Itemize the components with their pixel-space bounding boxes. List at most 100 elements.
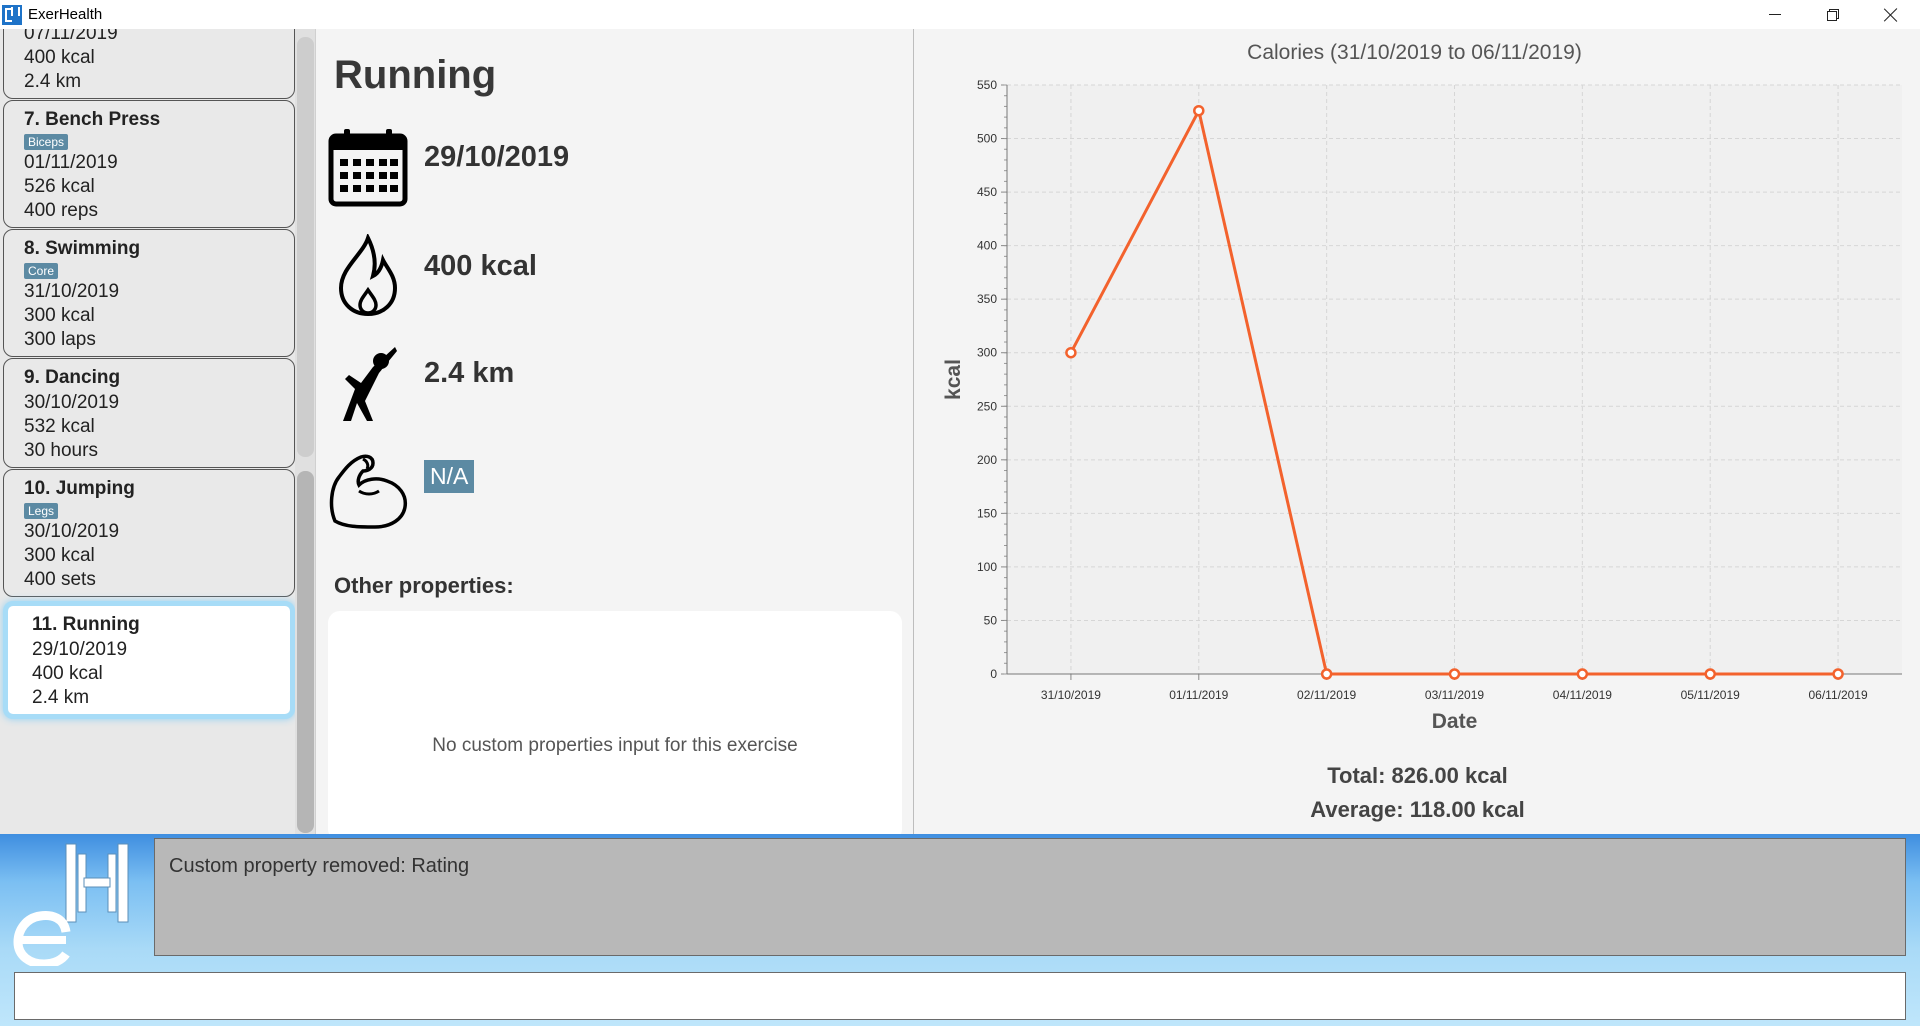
exercise-card-title: 9. Dancing [24,367,121,388]
calendar-icon [326,125,410,209]
x-tick-label: 01/11/2019 [1169,688,1228,702]
x-tick-label: 06/11/2019 [1808,688,1867,702]
exerhealth-logo [13,843,129,966]
result-message: Custom property removed: Rating [169,855,470,877]
restore-icon [1827,8,1839,21]
exercise-card[interactable]: 11. Running 29/10/2019 400 kcal 2.4 km [3,601,295,719]
total-calories: Total: 826.00 kcal [1327,763,1508,788]
close-button[interactable] [1862,0,1920,29]
muscle-row: N/A [326,447,475,531]
exercise-card[interactable]: 8. Swimming Core 31/10/2019 300 kcal 300 lap… [3,229,295,357]
title-bar: ExerHealth [0,0,1920,29]
exercise-card-title: 11. Running [32,614,140,635]
y-tick-label: 50 [984,613,998,627]
muscle-tag: Core [24,263,59,279]
x-tick-label: 31/10/2019 [1041,688,1101,702]
exercise-card-field: 2.4 km [24,71,82,92]
exercise-card-field: 400 sets [24,569,96,590]
y-tick-label: 100 [977,560,997,574]
minimize-icon [1769,14,1781,15]
average-calories: Average: 118.00 kcal [1310,797,1525,822]
y-axis-label: kcal [942,359,965,400]
restore-button[interactable] [1804,0,1862,29]
list-scrollbar[interactable] [295,29,315,834]
exercise-card-field: 300 laps [24,329,96,350]
data-point [1832,668,1844,680]
exercise-list-panel: 07/11/2019 400 kcal 2.4 km 7. Bench Press Bi… [0,29,316,834]
x-axis-label: Date [1432,710,1478,733]
exercise-card-field: 526 kcal [24,176,95,197]
custom-properties-box: No custom properties input for this exer… [328,611,902,841]
exercise-card-field: 30/10/2019 [24,392,120,413]
y-tick-label: 250 [977,399,997,413]
x-tick-label: 02/11/2019 [1297,688,1356,702]
data-point [1576,668,1589,680]
other-properties-label: Other properties: [334,573,514,598]
calories-row: 400 kcal [326,234,537,318]
app-icon [2,4,22,25]
command-area: Custom property removed: Rating [0,834,1920,1026]
exercise-card-field: 2.4 km [32,687,90,708]
exercise-card-field: 300 kcal [24,305,95,326]
calories-line-chart: 0 50 100 150 200 250 300 350 400 450 500 550 31/10/2… [942,41,1902,733]
exercise-card-title: 10. Jumping [24,478,135,499]
data-point [1448,668,1461,680]
exercise-detail-panel: Running 29/10/2019 400 kcal 2.4 km N/A O… [316,29,914,841]
exercise-card-field: 07/11/2019 [24,29,118,44]
exercise-list[interactable]: 07/11/2019 400 kcal 2.4 km 7. Bench Press Bi… [3,29,295,720]
command-input[interactable] [14,972,1906,1020]
y-tick-label: 0 [990,667,997,681]
exercise-card-title: 7. Bench Press [24,109,161,130]
exercise-card-field: 532 kcal [24,416,95,437]
y-tick-label: 300 [977,346,997,360]
data-point [1065,346,1077,359]
calories-chart-panel: 0 50 100 150 200 250 300 350 400 450 500 550 31/10/2… [915,29,1920,834]
exercise-card[interactable]: 07/11/2019 400 kcal 2.4 km [3,29,295,99]
muscle-tag: N/A [424,459,475,493]
flame-icon [326,234,410,318]
quantity-row: 2.4 km [326,341,514,425]
y-tick-label: 200 [977,453,997,467]
x-tick-label: 03/11/2019 [1425,688,1484,702]
exercise-card[interactable]: 10. Jumping Legs 30/10/2019 300 kcal 400 set… [3,469,295,597]
minimize-button[interactable] [1746,0,1804,29]
exercise-card-field: 300 kcal [24,545,95,566]
exercise-name: Running [334,53,497,97]
y-tick-label: 150 [977,506,997,520]
exercise-card-field: 30/10/2019 [24,521,120,542]
x-tick-label: 04/11/2019 [1553,688,1612,702]
scrollbar-track-area[interactable] [297,37,314,457]
exercise-quantity: 2.4 km [424,356,515,389]
window-controls [1746,0,1920,29]
y-tick-label: 350 [977,292,997,306]
result-display: Custom property removed: Rating [154,838,1906,956]
exercise-card-field: 01/11/2019 [24,152,118,173]
chart-title: Calories (31/10/2019 to 06/11/2019) [1247,41,1582,64]
exercise-card-field: 29/10/2019 [32,639,128,660]
y-tick-label: 500 [977,132,997,146]
y-tick-label: 450 [977,185,997,199]
data-point [1193,104,1205,117]
exercise-card[interactable]: 7. Bench Press Biceps 01/11/2019 526 kcal 40… [3,100,295,228]
exercise-card-field: 400 kcal [24,47,95,68]
no-custom-properties-text: No custom properties input for this exer… [432,735,798,756]
data-point [1320,668,1333,680]
window-title: ExerHealth [28,6,103,23]
muscle-tag: Legs [24,503,59,519]
data-point [1704,668,1716,680]
exercise-card-field: 400 kcal [32,663,103,684]
exercise-card-field: 30 hours [24,440,98,461]
close-icon [1884,8,1898,22]
y-tick-label: 550 [977,78,997,92]
x-tick-label: 05/11/2019 [1681,688,1740,702]
exercise-card-field: 400 reps [24,200,98,221]
scrollbar-thumb[interactable] [297,471,314,833]
flexed-bicep-icon [326,447,410,531]
date-row: 29/10/2019 [326,125,569,209]
exercise-date: 29/10/2019 [424,140,570,173]
exercise-card-field: 31/10/2019 [24,281,120,302]
stretching-person-icon [326,341,410,425]
exercise-card[interactable]: 9. Dancing 30/10/2019 532 kcal 30 hours [3,358,295,468]
exercise-card-title: 8. Swimming [24,238,141,259]
y-tick-label: 400 [977,239,997,253]
